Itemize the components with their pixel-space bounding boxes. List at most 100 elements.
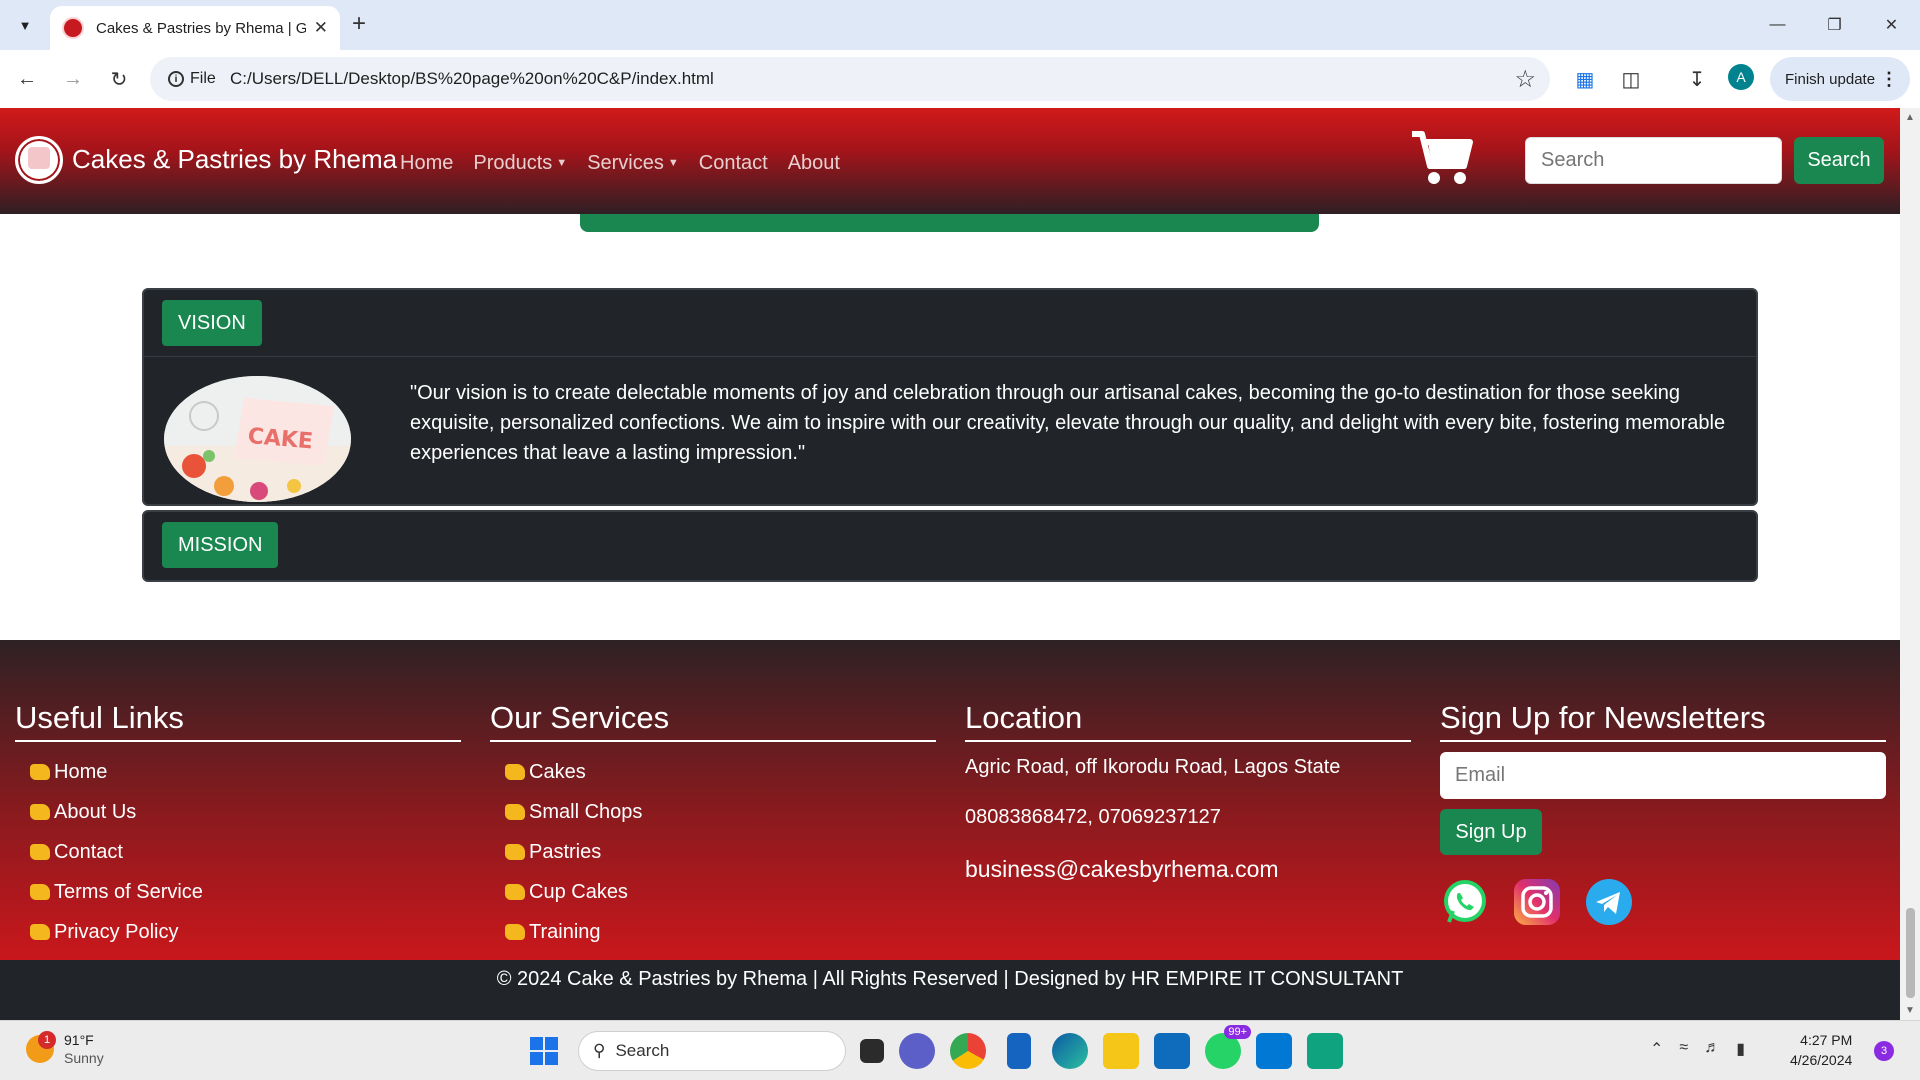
forward-arrow-icon[interactable]: →: [58, 64, 88, 94]
new-tab-plus-icon[interactable]: +: [352, 10, 366, 38]
download-icon[interactable]: ↧: [1682, 64, 1712, 94]
chrome-icon[interactable]: [950, 1033, 986, 1069]
weather-desc: Sunny: [64, 1050, 104, 1066]
address-bar[interactable]: i File C:/Users/DELL/Desktop/BS%20page%2…: [150, 57, 1550, 101]
useful-link-privacy[interactable]: Privacy Policy: [15, 912, 461, 952]
task-view-icon[interactable]: [860, 1039, 884, 1063]
close-tab-icon[interactable]: ✕: [314, 18, 328, 38]
weather-temp: 91°F: [64, 1032, 94, 1048]
useful-link-label: Terms of Service: [54, 881, 203, 903]
notepad-icon[interactable]: [1007, 1033, 1031, 1069]
pointing-hand-icon: [30, 804, 50, 820]
nav-home[interactable]: Home: [400, 152, 453, 175]
useful-link-about[interactable]: About Us: [15, 792, 461, 832]
taskbar-search[interactable]: ⚲ Search: [578, 1031, 846, 1071]
restore-icon[interactable]: ❐: [1806, 0, 1863, 50]
site-chip-label: File: [190, 70, 216, 87]
teams-chat-icon[interactable]: [899, 1033, 935, 1069]
nav-contact[interactable]: Contact: [699, 152, 768, 175]
pointing-hand-icon: [30, 764, 50, 780]
battery-icon[interactable]: ▮: [1736, 1039, 1745, 1059]
bookmark-star-icon[interactable]: ☆: [1514, 65, 1536, 94]
scrollbar-thumb[interactable]: [1906, 908, 1915, 998]
weather-widget[interactable]: 1 91°F Sunny: [26, 1031, 104, 1067]
instagram-icon[interactable]: [1512, 877, 1562, 927]
site-search-input[interactable]: [1525, 137, 1782, 184]
browser-tab[interactable]: Cakes & Pastries by Rhema | Gi ✕: [50, 6, 340, 50]
windows-start-icon[interactable]: [530, 1037, 558, 1065]
site-favicon-icon: [62, 17, 84, 39]
pointing-hand-icon: [505, 764, 525, 780]
nav-services[interactable]: Services ▼: [587, 152, 679, 175]
whatsapp-badge: 99+: [1224, 1025, 1251, 1039]
service-link-cakes[interactable]: Cakes: [490, 752, 936, 792]
window-controls: — ❐ ✕: [1749, 0, 1920, 50]
nav-products[interactable]: Products ▼: [473, 152, 567, 175]
services-column: Our Services Cakes Small Chops Pastries …: [490, 700, 936, 952]
tab-search-chevron-icon[interactable]: ▼: [10, 11, 40, 39]
translate-icon[interactable]: ▦: [1570, 64, 1600, 94]
notification-badge[interactable]: 3: [1874, 1041, 1894, 1061]
extensions-puzzle-icon[interactable]: ◫: [1616, 64, 1646, 94]
vision-toggle-button[interactable]: VISION: [162, 300, 262, 346]
wifi-icon[interactable]: ≈: [1679, 1039, 1688, 1059]
copyright-bar: © 2024 Cake & Pastries by Rhema | All Ri…: [0, 960, 1900, 1020]
nav-services-label: Services: [587, 152, 664, 174]
useful-link-contact[interactable]: Contact: [15, 832, 461, 872]
whatsapp-icon[interactable]: [1440, 877, 1490, 927]
url-text[interactable]: C:/Users/DELL/Desktop/BS%20page%20on%20C…: [230, 69, 714, 89]
scroll-down-icon[interactable]: ▼: [1905, 1005, 1915, 1016]
hero-button-bottom[interactable]: [580, 214, 1319, 232]
newsletter-email-input[interactable]: Email: [1440, 752, 1886, 799]
service-link-cup-cakes[interactable]: Cup Cakes: [490, 872, 936, 912]
nav-about[interactable]: About: [788, 152, 840, 175]
vision-card: VISION CAKE "Our vision is to create del…: [142, 288, 1758, 506]
mission-toggle-button[interactable]: MISSION: [162, 522, 279, 568]
brand-name[interactable]: Cakes & Pastries by Rhema: [72, 144, 397, 175]
nav-products-label: Products: [473, 152, 553, 174]
service-link-training[interactable]: Training: [490, 912, 936, 952]
useful-link-home[interactable]: Home: [15, 752, 461, 792]
taskbar-clock[interactable]: 4:27 PM 4/26/2024: [1790, 1030, 1852, 1070]
telegram-icon[interactable]: [1584, 877, 1634, 927]
location-email[interactable]: business@cakesbyrhema.com: [965, 856, 1411, 883]
services-title: Our Services: [490, 700, 936, 742]
products-caret-icon: ▼: [556, 157, 568, 169]
minimize-icon[interactable]: —: [1749, 0, 1806, 50]
file-explorer-icon[interactable]: [1103, 1033, 1139, 1069]
newsletter-column: Sign Up for Newsletters Email Sign Up: [1440, 700, 1886, 927]
edge-icon[interactable]: [1052, 1033, 1088, 1069]
location-column: Location Agric Road, off Ikorodu Road, L…: [965, 700, 1411, 883]
reload-icon[interactable]: ↻: [104, 64, 134, 94]
location-title: Location: [965, 700, 1411, 742]
vscode-icon[interactable]: [1256, 1033, 1292, 1069]
service-link-label: Pastries: [529, 841, 602, 863]
service-link-pastries[interactable]: Pastries: [490, 832, 936, 872]
search-icon: ⚲: [593, 1041, 606, 1060]
profile-avatar[interactable]: A: [1728, 64, 1754, 90]
pointing-hand-icon: [30, 884, 50, 900]
pointing-hand-icon: [30, 924, 50, 940]
finish-update-button[interactable]: Finish update ⋮: [1770, 57, 1910, 101]
back-arrow-icon[interactable]: ←: [12, 64, 42, 94]
useful-links-column: Useful Links Home About Us Contact Terms…: [15, 700, 461, 952]
volume-icon[interactable]: ♬: [1704, 1039, 1720, 1059]
chatgpt-icon[interactable]: [1307, 1033, 1343, 1069]
window-close-icon[interactable]: ✕: [1863, 0, 1920, 50]
useful-link-label: Contact: [54, 841, 123, 863]
site-search-button[interactable]: Search: [1794, 137, 1884, 184]
service-link-small-chops[interactable]: Small Chops: [490, 792, 936, 832]
brand-logo[interactable]: [15, 136, 63, 184]
useful-link-terms[interactable]: Terms of Service: [15, 872, 461, 912]
page-scrollbar[interactable]: ▲ ▼: [1900, 108, 1920, 1020]
microsoft-store-icon[interactable]: [1154, 1033, 1190, 1069]
scroll-up-icon[interactable]: ▲: [1905, 112, 1915, 123]
location-phones: 08083868472, 07069237127: [965, 806, 1221, 828]
newsletter-signup-button[interactable]: Sign Up: [1440, 809, 1542, 855]
useful-link-label: Home: [54, 761, 108, 783]
site-info-chip[interactable]: i File: [160, 65, 224, 93]
shopping-cart-icon[interactable]: [1410, 128, 1474, 188]
main-menu: Home Products ▼ Services ▼ Contact About: [400, 152, 840, 175]
tray-chevron-up-icon[interactable]: ⌃: [1650, 1039, 1663, 1059]
whatsapp-taskbar-icon[interactable]: 99+: [1205, 1025, 1251, 1069]
